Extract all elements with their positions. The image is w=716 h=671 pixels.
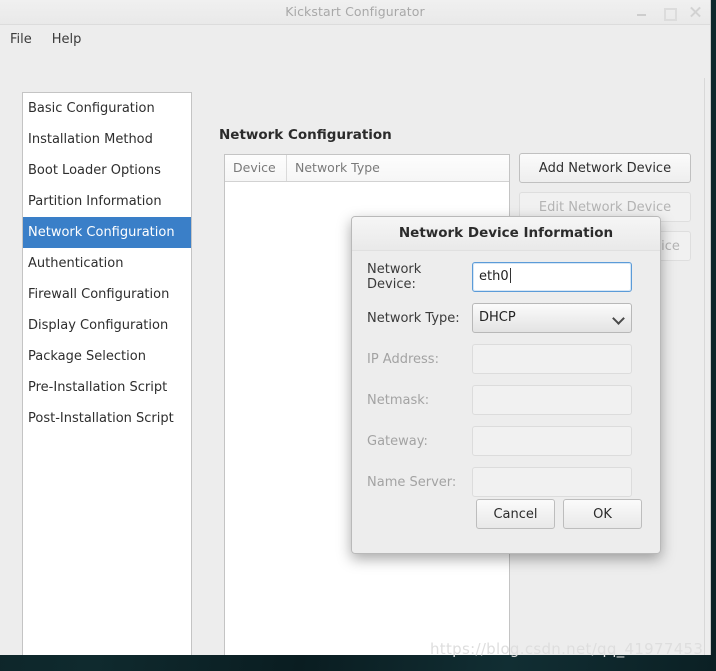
cancel-button[interactable]: Cancel <box>476 499 555 529</box>
window-controls <box>635 0 702 25</box>
sidebar-item-display-configuration[interactable]: Display Configuration <box>23 310 191 341</box>
menu-item-help[interactable]: Help <box>52 32 82 47</box>
dialog-title: Network Device Information <box>352 217 660 251</box>
sidebar-item-network-configuration[interactable]: Network Configuration <box>23 217 191 248</box>
chevron-down-icon <box>613 312 625 324</box>
window-right-edge <box>704 78 710 655</box>
application-window: Kickstart Configurator File Help Basic C… <box>0 0 711 655</box>
gateway-label: Gateway: <box>367 433 428 449</box>
ip-address-label: IP Address: <box>367 351 439 367</box>
field-row-netmask: Netmask: <box>352 385 660 415</box>
gateway-input <box>472 426 632 456</box>
netmask-input <box>472 385 632 415</box>
sidebar-item-firewall-configuration[interactable]: Firewall Configuration <box>23 279 191 310</box>
menu-bar: File Help <box>0 25 710 53</box>
network-type-value: DHCP <box>479 310 516 325</box>
close-icon[interactable] <box>689 6 702 19</box>
text-cursor <box>509 268 511 283</box>
minimize-icon[interactable] <box>635 6 648 19</box>
field-row-network-device: Network Device: eth0 <box>352 262 660 292</box>
sidebar-item-package-selection[interactable]: Package Selection <box>23 341 191 372</box>
maximize-icon[interactable] <box>662 6 677 21</box>
field-row-gateway: Gateway: <box>352 426 660 456</box>
ok-button[interactable]: OK <box>563 499 642 529</box>
column-header-network-type[interactable]: Network Type <box>287 155 388 181</box>
menu-item-file[interactable]: File <box>10 32 32 47</box>
add-network-device-button[interactable]: Add Network Device <box>519 153 691 183</box>
network-type-select[interactable]: DHCP <box>472 303 632 333</box>
name-server-input <box>472 467 632 497</box>
network-device-label: Network Device: <box>367 262 422 292</box>
sidebar-item-boot-loader-options[interactable]: Boot Loader Options <box>23 155 191 186</box>
sidebar-item-post-installation-script[interactable]: Post-Installation Script <box>23 403 191 434</box>
sidebar-item-authentication[interactable]: Authentication <box>23 248 191 279</box>
field-row-name-server: Name Server: <box>352 467 660 497</box>
network-device-input[interactable]: eth0 <box>472 262 632 292</box>
window-content: Basic Configuration Installation Method … <box>0 53 710 655</box>
netmask-label: Netmask: <box>367 392 430 408</box>
ip-address-input <box>472 344 632 374</box>
title-bar: Kickstart Configurator <box>0 0 710 25</box>
network-device-information-dialog: Network Device Information Network Devic… <box>351 216 661 554</box>
sidebar-item-pre-installation-script[interactable]: Pre-Installation Script <box>23 372 191 403</box>
page-title: Network Configuration <box>219 127 392 143</box>
sidebar-item-installation-method[interactable]: Installation Method <box>23 124 191 155</box>
network-type-label: Network Type: <box>367 310 460 326</box>
field-row-network-type: Network Type: DHCP <box>352 303 660 333</box>
field-row-ip-address: IP Address: <box>352 344 660 374</box>
table-header-row: Device Network Type <box>225 155 509 182</box>
dialog-button-row: Cancel OK <box>352 499 660 529</box>
sidebar-list[interactable]: Basic Configuration Installation Method … <box>22 92 192 655</box>
sidebar-item-partition-information[interactable]: Partition Information <box>23 186 191 217</box>
network-device-value: eth0 <box>479 269 509 284</box>
column-header-device[interactable]: Device <box>225 155 287 181</box>
sidebar-item-basic-configuration[interactable]: Basic Configuration <box>23 93 191 124</box>
window-title: Kickstart Configurator <box>285 4 425 19</box>
name-server-label: Name Server: <box>367 474 457 490</box>
